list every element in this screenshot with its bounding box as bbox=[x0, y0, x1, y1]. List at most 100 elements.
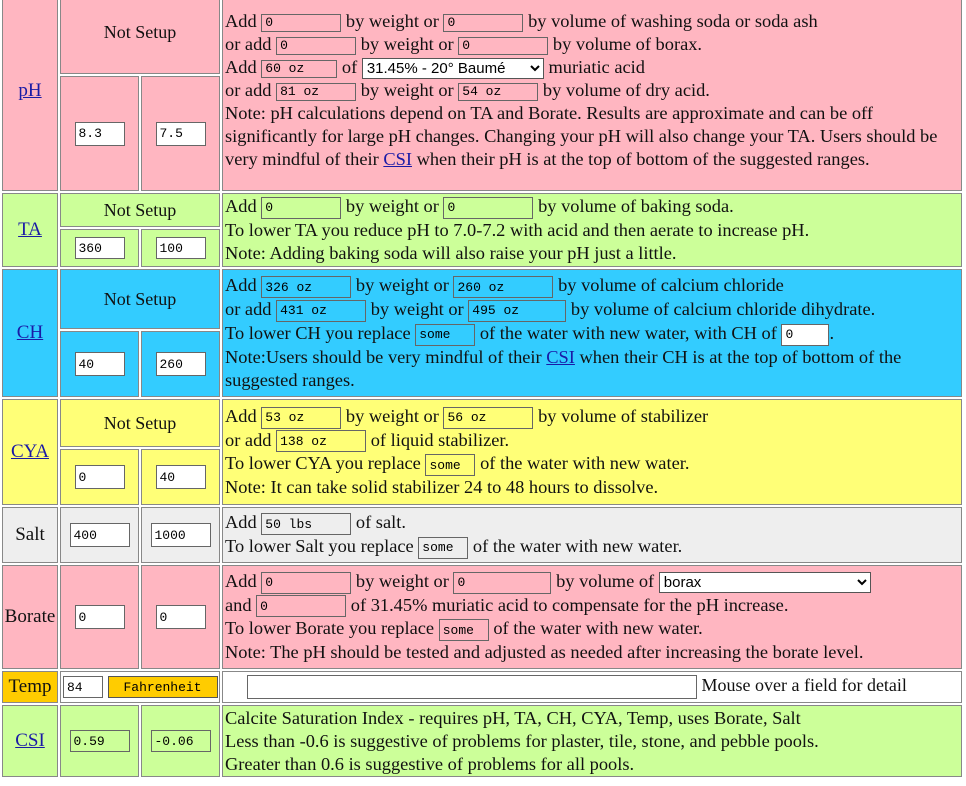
salt-max-input[interactable] bbox=[150, 523, 211, 547]
temp-unit-button[interactable] bbox=[107, 676, 218, 699]
ph-acid-amount-input[interactable] bbox=[261, 59, 338, 78]
or-add-text: or add bbox=[225, 429, 272, 450]
ta-row: TA Not Setup Add by weight or by volume … bbox=[2, 193, 962, 267]
cya-label-cell: CYA bbox=[2, 399, 58, 505]
ch-status: Not Setup bbox=[60, 269, 220, 329]
borate-note: Note: The pH should be tested and adjust… bbox=[225, 642, 864, 663]
csi-max-output[interactable] bbox=[150, 730, 211, 753]
ta-baking-soda-volume-input[interactable] bbox=[443, 196, 534, 219]
borate-source-select[interactable]: borax bbox=[658, 572, 871, 594]
or-add-text: or add bbox=[225, 33, 272, 54]
ta-baking-soda-weight-input[interactable] bbox=[261, 196, 342, 219]
csi-info: Calcite Saturation Index - requires pH, … bbox=[222, 705, 962, 777]
ta-max-input[interactable] bbox=[155, 237, 206, 260]
cya-stabilizer-weight-input[interactable] bbox=[261, 406, 342, 429]
ch-new-water-ch-input[interactable] bbox=[781, 323, 830, 346]
borate-max-cell bbox=[141, 565, 220, 669]
by-weight-text: by weight or bbox=[360, 80, 454, 101]
ph-soda-volume-input[interactable] bbox=[443, 13, 524, 32]
csi-line2: Less than -0.6 is suggestive of problems… bbox=[225, 730, 819, 751]
ph-soda-weight-input[interactable] bbox=[261, 13, 342, 32]
cya-link[interactable]: CYA bbox=[11, 441, 49, 462]
cya-max-input[interactable] bbox=[155, 465, 206, 489]
add-text: Add bbox=[225, 56, 257, 77]
cya-note: Note: It can take solid stabilizer 24 to… bbox=[225, 477, 659, 498]
pool-calculator: pH Not Setup Add by weight or by volume … bbox=[0, 0, 966, 786]
temp-input[interactable] bbox=[63, 676, 103, 699]
csi-label-cell: CSI bbox=[2, 705, 58, 777]
of-text: of bbox=[341, 56, 358, 77]
cya-replace-some-input[interactable] bbox=[425, 454, 476, 477]
ta-info: Add by weight or by volume of baking sod… bbox=[222, 193, 962, 267]
borate-min-input[interactable] bbox=[74, 605, 125, 629]
or-add-text: or add bbox=[225, 299, 272, 320]
cya-stabilizer-volume-input[interactable] bbox=[443, 406, 534, 429]
salt-amount-input[interactable] bbox=[261, 513, 352, 535]
borate-weight-input[interactable] bbox=[261, 571, 352, 594]
borate-lower-tail-text: of the water with new water. bbox=[493, 618, 703, 639]
borate-volume-input[interactable] bbox=[453, 571, 552, 594]
ph-min-input[interactable] bbox=[74, 121, 125, 146]
stabilizer-text: by volume of stabilizer bbox=[538, 405, 709, 426]
borax-text: by volume of borax. bbox=[552, 33, 703, 54]
csi-min-output[interactable] bbox=[69, 730, 130, 753]
ph-dry-acid-volume-input[interactable] bbox=[458, 82, 539, 101]
salt-line1: Add of salt. bbox=[225, 511, 959, 535]
csi-min-cell bbox=[60, 705, 139, 777]
acid-strength-select[interactable]: 31.45% - 20° Baumé bbox=[361, 58, 544, 80]
washing-soda-text: by volume of washing soda or soda ash bbox=[528, 10, 818, 31]
borate-max-input[interactable] bbox=[155, 605, 206, 629]
detail-field[interactable] bbox=[247, 675, 697, 699]
ph-info: Add by weight or by volume of washing so… bbox=[222, 0, 962, 191]
ch-dihydrate-weight-input[interactable] bbox=[276, 299, 367, 322]
csi-link[interactable]: CSI bbox=[546, 347, 575, 367]
ta-min-input[interactable] bbox=[74, 237, 125, 260]
ph-borax-volume-input[interactable] bbox=[458, 36, 549, 55]
of-salt-text: of salt. bbox=[355, 512, 406, 533]
add-text: Add bbox=[225, 10, 257, 31]
ph-link[interactable]: pH bbox=[18, 80, 41, 101]
borate-replace-some-input[interactable] bbox=[438, 619, 489, 642]
borate-line1: Add by weight or by volume of borax bbox=[225, 570, 959, 594]
borate-acid-input[interactable] bbox=[256, 595, 347, 618]
salt-min-input[interactable] bbox=[69, 523, 130, 547]
ph-min-cell bbox=[60, 76, 139, 191]
by-weight-text: by weight or bbox=[345, 405, 439, 426]
by-weight-text: by weight or bbox=[345, 196, 439, 217]
add-text: Add bbox=[225, 275, 257, 296]
csi-row-link[interactable]: CSI bbox=[15, 730, 45, 751]
cya-min-input[interactable] bbox=[74, 465, 125, 489]
borate-line3: To lower Borate you replace of the water… bbox=[225, 617, 959, 642]
ch-dihydrate-volume-input[interactable] bbox=[468, 299, 567, 322]
ch-min-input[interactable] bbox=[74, 352, 125, 376]
salt-replace-some-input[interactable] bbox=[418, 536, 469, 559]
csi-link[interactable]: CSI bbox=[383, 149, 412, 169]
by-weight-text: by weight or bbox=[360, 33, 454, 54]
salt-lower-text: To lower Salt you replace bbox=[225, 536, 414, 556]
csi-row: CSI Calcite Saturation Index - requires … bbox=[2, 705, 962, 777]
calcium-chloride-text: by volume of calcium chloride bbox=[558, 275, 784, 296]
ch-calcium-chloride-volume-input[interactable] bbox=[453, 276, 554, 299]
borate-min-cell bbox=[60, 565, 139, 669]
ch-lower-text: To lower CH you replace bbox=[225, 322, 411, 343]
detail-cell: Mouse over a field for detail bbox=[222, 671, 962, 703]
cya-liquid-stabilizer-input[interactable] bbox=[276, 430, 367, 453]
ph-dry-acid-weight-input[interactable] bbox=[276, 82, 357, 101]
ch-lower-mid-text: of the water with new water, with CH of bbox=[479, 322, 777, 343]
ch-replace-some-input[interactable] bbox=[415, 323, 476, 346]
add-text: Add bbox=[225, 570, 257, 591]
liquid-stabilizer-text: of liquid stabilizer. bbox=[370, 429, 510, 450]
ph-borax-weight-input[interactable] bbox=[276, 36, 357, 55]
ta-link[interactable]: TA bbox=[18, 219, 42, 240]
cya-lower-tail-text: of the water with new water. bbox=[480, 453, 690, 474]
borate-lower-text: To lower Borate you replace bbox=[225, 618, 435, 639]
by-weight-text: by weight or bbox=[355, 275, 449, 296]
ph-max-input[interactable] bbox=[155, 121, 206, 146]
ph-line1: Add by weight or by volume of washing so… bbox=[225, 10, 959, 33]
ch-calcium-chloride-weight-input[interactable] bbox=[261, 276, 352, 299]
ph-note-text-end: when their pH is at the top of bottom of… bbox=[416, 149, 870, 170]
ch-link[interactable]: CH bbox=[17, 322, 43, 343]
ch-max-input[interactable] bbox=[155, 352, 206, 376]
ph-row: pH Not Setup Add by weight or by volume … bbox=[2, 0, 962, 191]
ta-max-cell bbox=[141, 229, 220, 267]
